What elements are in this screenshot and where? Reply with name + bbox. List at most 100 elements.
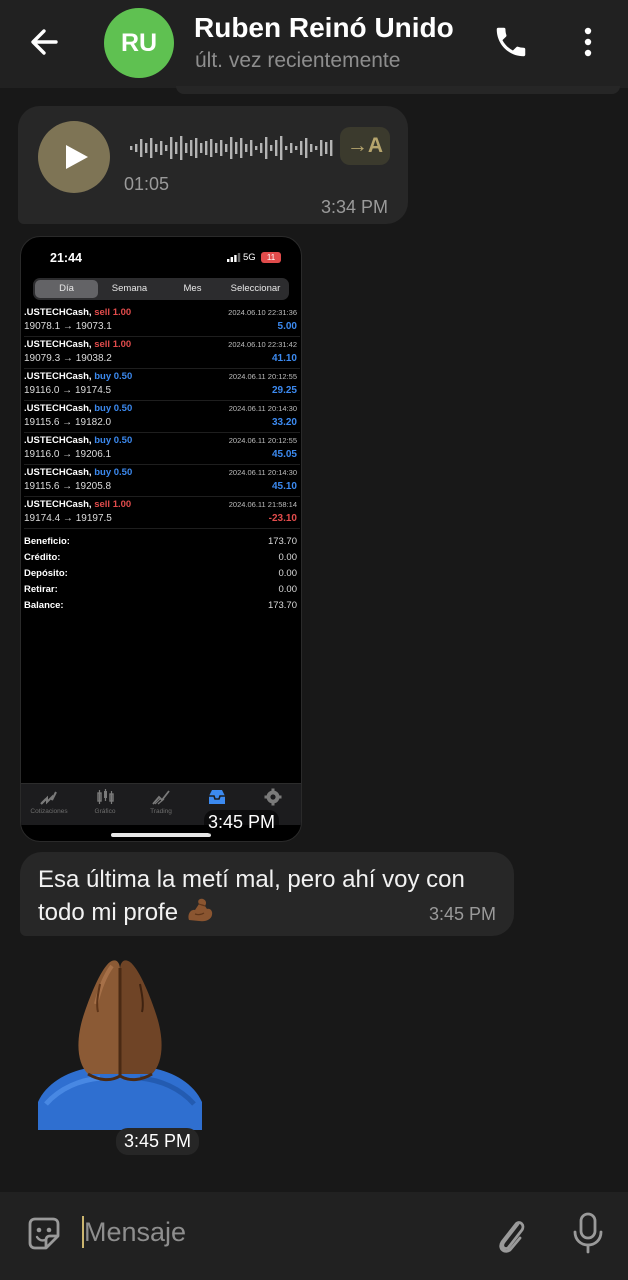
deal-profit: 45.10 [271, 481, 297, 492]
deal-profit: 5.00 [277, 321, 297, 332]
deal-symbol-line: .USTECHCash, sell 1.00 [24, 339, 131, 350]
image-message[interactable]: 21:44 5G 11 Día Semana Mes Seleccionar .… [20, 236, 302, 842]
trading-icon [152, 790, 170, 805]
deal-symbol-line: .USTECHCash, buy 0.50 [24, 371, 132, 382]
sticker-icon[interactable] [24, 1214, 64, 1254]
summary-row: Crédito: 0.00 [24, 551, 300, 567]
segment-week: Semana [111, 283, 148, 294]
deal-side: sell 1.00 [94, 307, 132, 318]
summary-label: Crédito: [24, 552, 61, 563]
period-segmented-control: Día Semana Mes Seleccionar [33, 278, 289, 300]
deal-symbol: .USTECHCash, [24, 339, 92, 350]
deal-row: .USTECHCash, buy 0.50 2024.06.11 20:12:55… [24, 433, 300, 465]
summary-value: 173.70 [267, 600, 297, 611]
contact-avatar[interactable]: RU [104, 8, 174, 78]
deal-open-price: 19078.1 [24, 321, 61, 332]
text-message-bubble: Esa última la metí mal, pero ahí voy con… [20, 852, 514, 936]
summary-value: 0.00 [278, 552, 298, 563]
tab-history [189, 788, 245, 806]
tab-settings [245, 788, 301, 806]
tab-label: Gráfico [94, 808, 116, 815]
deal-profit: 45.05 [271, 449, 297, 460]
deal-symbol-line: .USTECHCash, buy 0.50 [24, 435, 132, 446]
microphone-icon[interactable] [572, 1210, 604, 1254]
paperclip-icon[interactable] [490, 1212, 530, 1256]
phone-call-icon[interactable] [492, 22, 530, 62]
deal-side: sell 1.00 [94, 339, 132, 350]
deal-close-price: 19206.1 [74, 449, 112, 460]
message-time: 3:45 PM [428, 904, 496, 924]
deal-symbol: .USTECHCash, [24, 435, 92, 446]
summary-label: Beneficio: [24, 536, 70, 547]
deal-row: .USTECHCash, buy 0.50 2024.06.11 20:14:30… [24, 401, 300, 433]
deal-side: buy 0.50 [94, 467, 133, 478]
signal-icon [227, 253, 241, 262]
account-summary: Beneficio: 173.70 Crédito: 0.00 Depósito: 0.0… [24, 535, 300, 615]
folded-hands-emoji[interactable] [36, 954, 204, 1130]
deal-date: 2024.06.11 20:12:55 [228, 372, 297, 381]
quotes-icon [40, 791, 57, 805]
voice-waveform[interactable] [130, 134, 334, 162]
deal-prices: 19116.0 → 19206.1 [24, 449, 112, 460]
deal-row: .USTECHCash, sell 1.00 2024.06.10 22:31:4… [24, 337, 300, 369]
deal-prices: 19115.6 → 19182.0 [24, 417, 112, 428]
deal-row: .USTECHCash, buy 0.50 2024.06.11 20:14:30… [24, 465, 300, 497]
deal-open-price: 19079.3 [24, 353, 61, 364]
deal-date: 2024.06.11 20:14:30 [228, 468, 297, 477]
deal-prices: 19116.0 → 19174.5 [24, 385, 112, 396]
summary-row: Balance: 173.70 [24, 599, 300, 615]
more-options-icon[interactable] [576, 24, 600, 60]
message-input[interactable] [84, 1212, 464, 1252]
deal-profit: 33.20 [271, 417, 297, 428]
play-icon [66, 145, 88, 169]
deal-prices: 19174.4 → 19197.5 [24, 513, 112, 524]
tab-label: Cotizaciones [30, 808, 68, 815]
phone-clock: 21:44 [50, 251, 82, 265]
summary-row: Depósito: 0.00 [24, 567, 300, 583]
deal-symbol: .USTECHCash, [24, 403, 92, 414]
deal-date: 2024.06.11 20:14:30 [228, 404, 297, 413]
summary-value: 0.00 [278, 584, 298, 595]
play-voice-button[interactable] [38, 121, 110, 193]
deal-close-price: 19182.0 [74, 417, 112, 428]
transcribe-button[interactable]: →A [340, 127, 390, 165]
avatar-initials: RU [120, 28, 158, 57]
deal-open-price: 19116.0 [24, 385, 60, 396]
deal-symbol: .USTECHCash, [24, 307, 92, 318]
deal-date: 2024.06.10 22:31:36 [228, 308, 297, 317]
summary-label: Depósito: [24, 568, 68, 579]
message-time: 3:34 PM [320, 197, 388, 217]
deal-profit: 29.25 [271, 385, 297, 396]
summary-row: Beneficio: 173.70 [24, 535, 300, 551]
deal-side: sell 1.00 [94, 499, 132, 510]
deal-open-price: 19115.6 [24, 417, 60, 428]
deal-row: .USTECHCash, sell 1.00 2024.06.11 21:58:1… [24, 497, 300, 529]
summary-label: Balance: [24, 600, 64, 611]
chat-header: RU Ruben Reinó Unido últ. vez recienteme… [0, 0, 628, 88]
inbox-icon [209, 790, 225, 804]
pinned-bar-edge [176, 86, 620, 94]
deal-symbol: .USTECHCash, [24, 467, 92, 478]
deal-symbol-line: .USTECHCash, sell 1.00 [24, 307, 131, 318]
gear-icon [264, 788, 282, 806]
summary-row: Retirar: 0.00 [24, 583, 300, 599]
network-label: 5G [243, 252, 256, 263]
back-arrow-icon[interactable] [26, 24, 66, 60]
voice-message-bubble: →A 01:05 3:34 PM [18, 106, 408, 224]
contact-name[interactable]: Ruben Reinó Unido [194, 12, 454, 44]
voice-duration: 01:05 [124, 174, 170, 194]
deal-close-price: 19205.8 [74, 481, 112, 492]
phone-status-bar: 21:44 5G 11 [21, 237, 301, 277]
segment-day: Día [35, 280, 98, 298]
flexed-biceps-emoji [188, 898, 212, 922]
deal-open-price: 19116.0 [24, 449, 60, 460]
deal-open-price: 19174.4 [24, 513, 61, 524]
deal-symbol-line: .USTECHCash, buy 0.50 [24, 403, 132, 414]
deals-list: .USTECHCash, sell 1.00 2024.06.10 22:31:3… [24, 305, 300, 529]
deal-row: .USTECHCash, buy 0.50 2024.06.11 20:12:55… [24, 369, 300, 401]
deal-row: .USTECHCash, sell 1.00 2024.06.10 22:31:3… [24, 305, 300, 337]
deal-close-price: 19197.5 [75, 513, 112, 524]
summary-value: 0.00 [278, 568, 298, 579]
deal-side: buy 0.50 [94, 435, 133, 446]
message-time: 3:45 PM [204, 810, 280, 835]
